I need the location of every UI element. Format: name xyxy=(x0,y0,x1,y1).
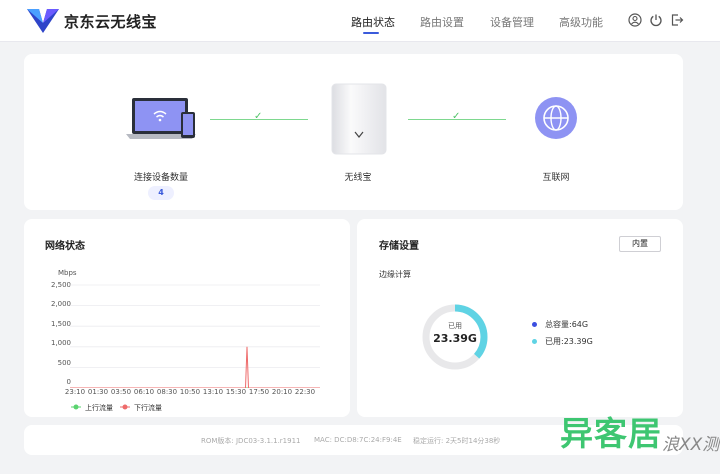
legend-download[interactable]: 下行流量 xyxy=(134,403,162,413)
tab-advanced[interactable]: 高级功能 xyxy=(559,14,603,30)
y-tick-label: 2,000 xyxy=(50,300,71,308)
tab-router-settings[interactable]: 路由设置 xyxy=(420,14,464,30)
y-tick-label: 1,000 xyxy=(50,339,71,347)
y-tick-label: 500 xyxy=(57,359,71,367)
watermark-sub: 浪XX测 xyxy=(662,435,720,455)
network-chart xyxy=(70,284,320,388)
check-icon: ✓ xyxy=(254,111,263,122)
user-icon[interactable] xyxy=(628,13,642,27)
device-count-badge[interactable]: 4 xyxy=(148,186,174,200)
donut-used-label: 已用 xyxy=(448,322,462,330)
power-icon[interactable] xyxy=(649,13,663,27)
mac-address: MAC: DC:D8:7C:24:F9:4E xyxy=(314,436,402,444)
total-capacity-legend: 总容量:64G xyxy=(545,320,589,329)
logo-icon xyxy=(27,9,59,33)
logout-icon[interactable] xyxy=(670,13,684,27)
router-label: 无线宝 xyxy=(344,173,372,183)
legend-download-marker xyxy=(120,404,130,410)
internet-label: 互联网 xyxy=(542,173,570,183)
total-capacity-dot xyxy=(532,322,537,327)
router-icon[interactable] xyxy=(330,82,388,156)
used-capacity-dot xyxy=(532,339,537,344)
x-tick-label: 22:30 xyxy=(294,388,316,396)
top-bar: 京东云无线宝 路由状态 路由设置 设备管理 高级功能 xyxy=(0,0,720,42)
rom-version: ROM版本: JDC03-3.1.1.r1911 xyxy=(201,437,301,445)
tab-router-status[interactable]: 路由状态 xyxy=(351,14,395,30)
active-tab-indicator xyxy=(363,32,379,34)
builtin-storage-button[interactable]: 内置 xyxy=(619,236,661,252)
used-capacity-legend: 已用:23.39G xyxy=(545,337,593,346)
y-tick-label: 0 xyxy=(66,378,71,386)
y-tick-label: 2,500 xyxy=(50,281,71,289)
chart-y-unit: Mbps xyxy=(58,269,77,277)
check-icon: ✓ xyxy=(452,111,461,122)
edge-computing-label: 边缘计算 xyxy=(379,270,411,279)
laptop-phone-icon[interactable] xyxy=(126,96,196,142)
tab-device-management[interactable]: 设备管理 xyxy=(490,14,534,30)
brand-title: 京东云无线宝 xyxy=(64,13,158,31)
devices-label: 连接设备数量 xyxy=(133,173,188,183)
legend-upload-marker xyxy=(71,404,81,410)
donut-used-value: 23.39G xyxy=(433,332,477,345)
legend-upload[interactable]: 上行流量 xyxy=(85,403,113,413)
y-tick-label: 1,500 xyxy=(50,320,71,328)
uptime: 稳定运行: 2天5时14分38秒 xyxy=(413,437,501,445)
watermark-logo: 异客居 xyxy=(560,414,662,453)
storage-title: 存储设置 xyxy=(379,241,419,252)
globe-icon[interactable] xyxy=(534,96,578,140)
network-status-title: 网络状态 xyxy=(45,241,85,252)
